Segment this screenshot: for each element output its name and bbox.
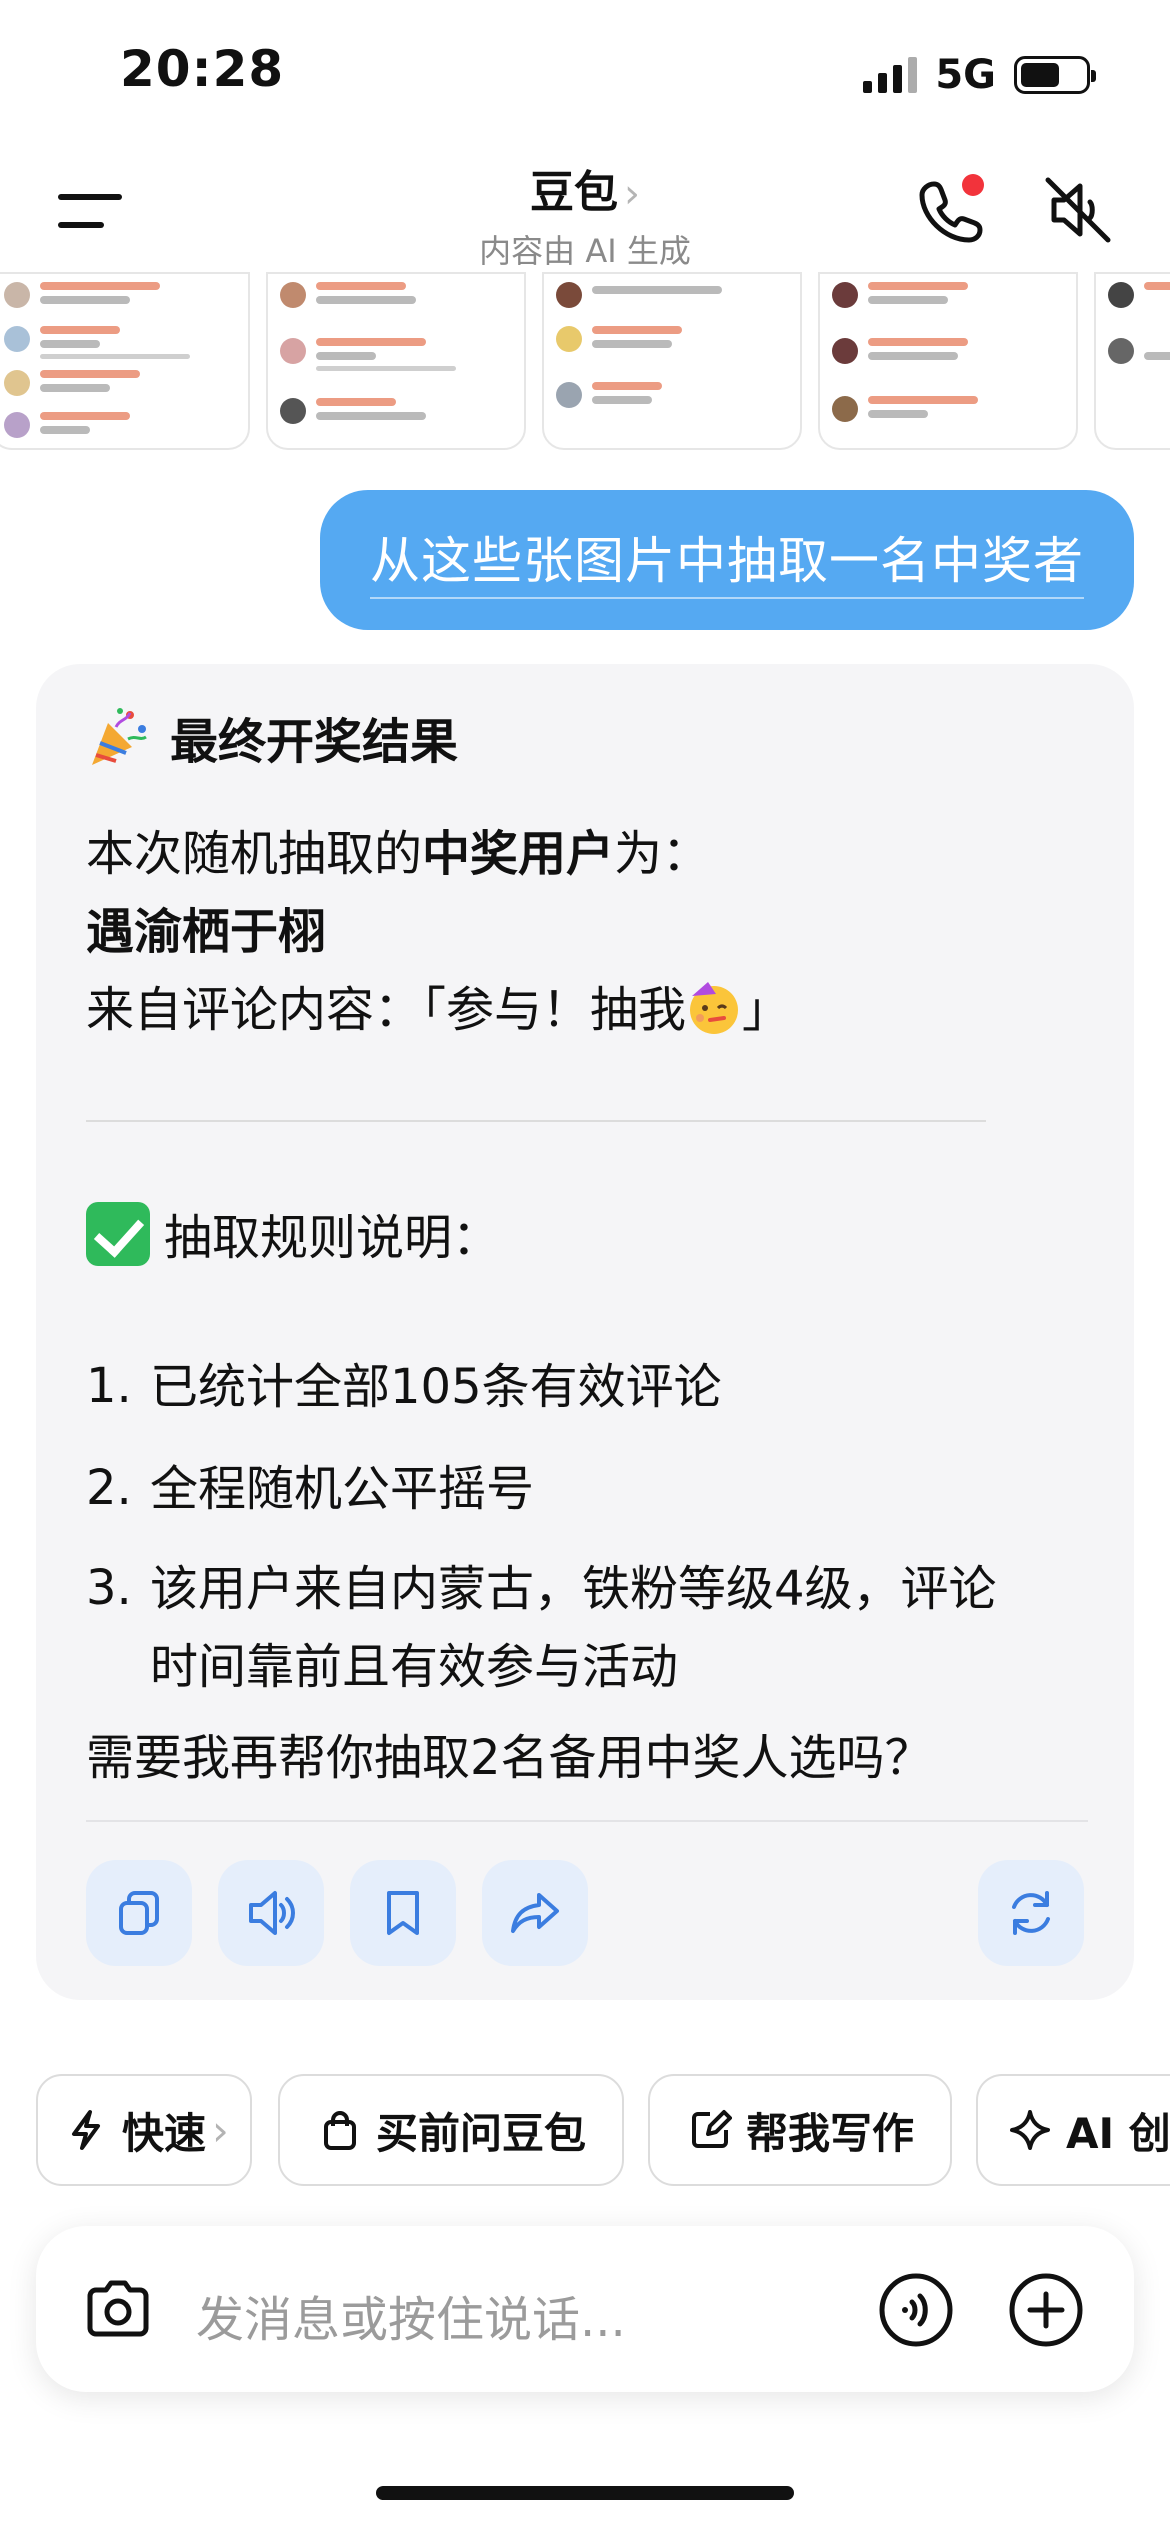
copy-button[interactable] xyxy=(86,1860,192,1966)
add-attachment-button[interactable] xyxy=(1006,2270,1086,2350)
regenerate-button[interactable] xyxy=(978,1860,1084,1966)
result-heading: 最终开奖结果 xyxy=(86,702,458,772)
actions-divider xyxy=(86,1820,1088,1822)
chip-label: AI 创作 xyxy=(1066,2108,1170,2158)
image-thumbnail[interactable] xyxy=(542,272,802,450)
comment-close: 」 xyxy=(742,982,791,1038)
bookmark-icon xyxy=(387,1891,419,1935)
phone-call-button[interactable] xyxy=(912,170,992,250)
chat-subtitle: 内容由 AI 生成 xyxy=(479,232,691,270)
party-popper-icon xyxy=(92,708,147,765)
rule-number: 1. xyxy=(86,1358,132,1414)
image-thumbnail[interactable] xyxy=(266,272,526,450)
rule-number: 3. xyxy=(86,1560,132,1616)
check-mark-icon xyxy=(86,1202,150,1266)
edit-icon xyxy=(692,2110,732,2148)
rule-number: 2. xyxy=(86,1460,132,1516)
result-intro: 本次随机抽取的中奖用户为： xyxy=(86,824,710,884)
followup-question: 需要我再帮你抽取2名备用中奖人选吗？ xyxy=(86,1730,933,1786)
battery-icon xyxy=(1014,56,1096,94)
winner-comment: 来自评论内容：「参与！抽我」 xyxy=(86,980,790,1040)
plus-icon xyxy=(1009,2273,1083,2347)
chip-shopping-advice[interactable]: 买前问豆包 xyxy=(278,2074,624,2186)
share-icon xyxy=(511,1893,559,1933)
share-button[interactable] xyxy=(482,1860,588,1966)
chip-writing-help[interactable]: 帮我写作 xyxy=(648,2074,952,2186)
rule-item-2: 全程随机公平摇号 xyxy=(150,1461,535,1517)
chip-label: 帮我写作 xyxy=(746,2108,915,2158)
image-thumbnails[interactable] xyxy=(0,272,1170,452)
chat-header: 豆包 › 内容由 AI 生成 xyxy=(0,150,1170,270)
rule-item-1: 已统计全部105条有效评论 xyxy=(150,1359,722,1415)
rule-item-3-line-1: 该用户来自内蒙古，铁粉等级4级，评论 xyxy=(150,1561,997,1617)
bookmark-button[interactable] xyxy=(350,1860,456,1966)
camera-icon xyxy=(87,2280,149,2337)
image-thumbnail[interactable] xyxy=(0,272,250,450)
lightning-icon xyxy=(72,2110,100,2150)
signal-icon xyxy=(863,57,918,93)
shopping-bag-icon xyxy=(324,2111,356,2150)
voice-wave-icon xyxy=(879,2273,953,2347)
image-thumbnail[interactable] xyxy=(1094,272,1170,450)
mute-button[interactable] xyxy=(1040,172,1116,248)
rule-item-3-line-2: 时间靠前且有效参与活动 xyxy=(150,1639,679,1695)
comment-text: 来自评论内容：「参与！抽我 xyxy=(86,982,687,1038)
user-message-text: 从这些张图片中抽取一名中奖者 xyxy=(370,521,1084,599)
intro-bold: 中奖用户 xyxy=(422,826,615,882)
voice-call-button[interactable] xyxy=(876,2270,956,2350)
status-time: 20:28 xyxy=(120,40,285,98)
intro-prefix: 本次随机抽取的 xyxy=(86,826,423,882)
ai-response-card: 最终开奖结果 本次随机抽取的中奖用户为： 遇渝栖于栩 来自评论内容：「参与！抽我… xyxy=(36,664,1134,2000)
chat-title-area[interactable]: 豆包 › 内容由 AI 生成 xyxy=(0,156,1170,272)
rules-heading: 抽取规则说明： xyxy=(86,1202,500,1268)
user-message-bubble[interactable]: 从这些张图片中抽取一名中奖者 xyxy=(320,490,1134,630)
status-indicators: 5G xyxy=(863,52,1096,98)
chip-ai-create[interactable]: AI 创作 xyxy=(976,2074,1170,2186)
sparkle-icon xyxy=(1010,2110,1050,2150)
copy-icon xyxy=(119,1891,159,1935)
network-type: 5G xyxy=(935,52,996,98)
chat-title[interactable]: 豆包 › xyxy=(0,156,1170,220)
chip-label: 快速 xyxy=(122,2108,207,2158)
winner-name: 遇渝栖于栩 xyxy=(86,904,327,960)
status-bar: 20:28 5G xyxy=(0,0,1170,150)
image-thumbnail[interactable] xyxy=(818,272,1078,450)
read-aloud-button[interactable] xyxy=(218,1860,324,1966)
intro-suffix: 为： xyxy=(614,826,711,882)
message-input[interactable]: 发消息或按住说话... xyxy=(196,2280,626,2350)
notification-dot xyxy=(962,174,984,196)
party-face-emoji-icon xyxy=(690,982,739,1034)
chevron-right-icon: › xyxy=(624,171,640,217)
chat-title-text: 豆包 xyxy=(530,167,618,218)
chip-fast-mode[interactable]: 快速 › xyxy=(36,2074,252,2186)
camera-button[interactable] xyxy=(80,2272,156,2348)
regenerate-icon xyxy=(1012,1891,1050,1935)
speaker-icon xyxy=(249,1891,295,1935)
speaker-muted-icon xyxy=(1045,177,1111,243)
rules-heading-text: 抽取规则说明： xyxy=(164,1210,501,1266)
section-divider xyxy=(86,1120,986,1122)
chevron-right-icon: › xyxy=(212,2105,229,2155)
chat-screen: 20:28 5G 豆包 › 内容由 AI 生成 从这些张图片中抽取一名中奖者 最… xyxy=(0,0,1170,2532)
home-indicator[interactable] xyxy=(376,2486,794,2500)
chip-label: 买前问豆包 xyxy=(376,2108,587,2158)
result-heading-text: 最终开奖结果 xyxy=(170,714,459,770)
message-input-bar: 发消息或按住说话... xyxy=(36,2226,1134,2392)
